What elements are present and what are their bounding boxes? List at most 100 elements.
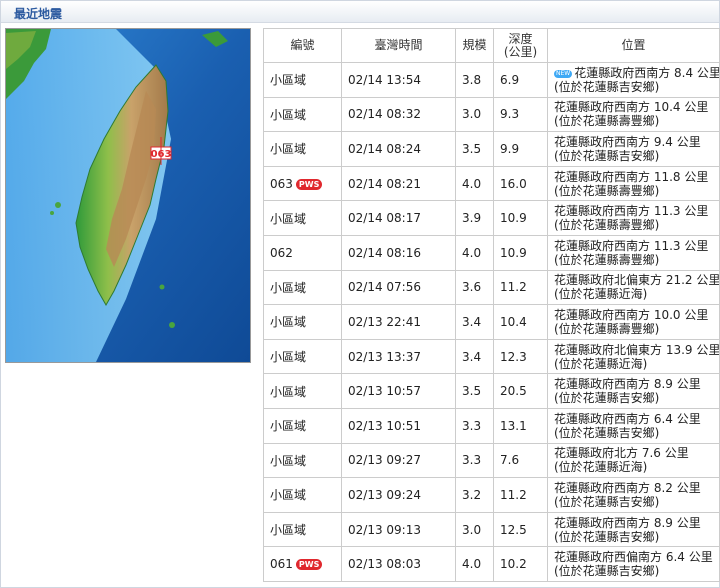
cell-location: 花蓮縣政府西南方 8.2 公里 (位於花蓮縣吉安鄉): [547, 477, 720, 513]
panel-title: 最近地震: [14, 7, 63, 21]
cell-time: 02/14 08:16: [341, 234, 456, 271]
panel-header: 最近地震: [1, 1, 719, 23]
cell-magnitude: 4.0: [455, 234, 494, 271]
cell-location: 花蓮縣政府西南方 11.3 公里 (位於花蓮縣壽豐鄉): [547, 234, 720, 271]
cell-depth: 13.1: [493, 407, 548, 444]
location-line1: 花蓮縣政府西南方 11.3 公里: [554, 238, 709, 253]
table-row[interactable]: 小區域 02/13 09:24 3.2 11.2 花蓮縣政府西南方 8.2 公里…: [263, 477, 720, 513]
cell-id: 小區域: [263, 200, 342, 236]
cell-time: 02/13 22:41: [341, 304, 456, 340]
cell-depth: 12.5: [493, 511, 548, 548]
cell-time: 02/13 09:24: [341, 477, 456, 513]
cell-time: 02/13 09:13: [341, 511, 456, 548]
quake-id: 小區域: [270, 453, 307, 468]
quake-id: 063: [270, 176, 293, 191]
cell-id: 小區域: [263, 62, 342, 98]
depth-header-line2: (公里): [503, 44, 538, 59]
table-row[interactable]: 小區域 02/14 08:24 3.5 9.9 花蓮縣政府西南方 9.4 公里(…: [263, 131, 720, 167]
table-row[interactable]: 061 PWS 02/13 08:03 4.0 10.2 花蓮縣政府西偏南方 6.…: [263, 546, 720, 582]
cell-time: 02/14 08:17: [341, 200, 456, 236]
cell-time: 02/14 08:21: [341, 165, 456, 202]
map-graphic: 063: [6, 29, 250, 362]
column-header-magnitude: 規模: [455, 28, 494, 63]
table-row[interactable]: 小區域 02/14 07:56 3.6 11.2 花蓮縣政府北偏東方 21.2 …: [263, 269, 720, 306]
table-row[interactable]: 063 PWS 02/14 08:21 4.0 16.0 花蓮縣政府西南方 11.…: [263, 165, 720, 202]
location-line2: (位於花蓮縣吉安鄉): [554, 494, 660, 509]
location-line2: (位於花蓮縣吉安鄉): [554, 79, 660, 94]
cell-location: 花蓮縣政府西南方 8.9 公里 (位於花蓮縣吉安鄉): [547, 511, 720, 548]
table-row[interactable]: 小區域 02/13 10:51 3.3 13.1 花蓮縣政府西南方 6.4 公里…: [263, 407, 720, 444]
pws-badge: PWS: [295, 178, 323, 190]
cell-id: 小區域: [263, 442, 342, 479]
earthquake-table-container: 編號 臺灣時間 規模 深度 (公里) 位置 小區域 02/14 13:54 3.…: [263, 28, 720, 582]
quake-id: 小區域: [270, 315, 307, 330]
quake-id: 小區域: [270, 73, 307, 88]
table-row[interactable]: 小區域 02/13 13:37 3.4 12.3 花蓮縣政府北偏東方 13.9 …: [263, 338, 720, 375]
quake-id: 小區域: [270, 107, 307, 122]
location-line1: 花蓮縣政府北偏東方 13.9 公里: [554, 342, 720, 357]
earthquake-table: 編號 臺灣時間 規模 深度 (公里) 位置 小區域 02/14 13:54 3.…: [263, 28, 720, 582]
quake-id: 小區域: [270, 419, 307, 434]
cell-location: 花蓮縣政府西南方 9.4 公里 (位於花蓮縣吉安鄉): [547, 131, 720, 167]
cell-time: 02/13 13:37: [341, 338, 456, 375]
column-header-id: 編號: [263, 28, 342, 63]
cell-depth: 10.4: [493, 304, 548, 340]
cell-magnitude: 3.6: [455, 269, 494, 306]
cell-id: 061 PWS: [263, 546, 342, 582]
cell-depth: 11.2: [493, 269, 548, 306]
cell-depth: 9.9: [493, 131, 548, 167]
location-line1: 花蓮縣政府西南方 8.2 公里: [554, 480, 701, 495]
cell-id: 小區域: [263, 338, 342, 375]
quake-id: 小區域: [270, 488, 307, 503]
location-line1: 花蓮縣政府西偏南方 6.4 公里: [554, 550, 713, 565]
location-line2: (位於花蓮縣壽豐鄉): [554, 114, 660, 129]
cell-time: 02/14 13:54: [341, 62, 456, 98]
cell-location: 花蓮縣政府西南方 11.8 公里 (位於花蓮縣壽豐鄉): [547, 165, 720, 202]
cell-id: 小區域: [263, 304, 342, 340]
cell-magnitude: 3.3: [455, 407, 494, 444]
cell-time: 02/14 07:56: [341, 269, 456, 306]
cell-magnitude: 4.0: [455, 165, 494, 202]
location-line1: 花蓮縣政府西南方 9.4 公里: [554, 134, 701, 149]
location-line2: (位於花蓮縣壽豐鄉): [554, 218, 660, 233]
cell-magnitude: 3.4: [455, 304, 494, 340]
table-row[interactable]: 小區域 02/14 08:17 3.9 10.9 花蓮縣政府西南方 11.3 公…: [263, 200, 720, 236]
cell-location: 花蓮縣政府北偏東方 13.9 公里 (位於花蓮縣近海): [547, 338, 720, 375]
cell-time: 02/13 08:03: [341, 546, 456, 582]
cell-magnitude: 3.9: [455, 200, 494, 236]
table-row[interactable]: 小區域 02/14 13:54 3.8 6.9 NEW 花蓮縣政府西南方 8.4 …: [263, 62, 720, 98]
cell-depth: 12.3: [493, 338, 548, 375]
cell-id: 小區域: [263, 131, 342, 167]
cell-depth: 10.9: [493, 234, 548, 271]
table-row[interactable]: 小區域 02/13 10:57 3.5 20.5 花蓮縣政府西南方 8.9 公里…: [263, 373, 720, 409]
table-row[interactable]: 062 02/14 08:16 4.0 10.9 花蓮縣政府西南方 11.3 公…: [263, 234, 720, 271]
column-header-time: 臺灣時間: [341, 28, 456, 63]
cell-magnitude: 3.0: [455, 511, 494, 548]
cell-magnitude: 3.5: [455, 131, 494, 167]
location-line1: 花蓮縣政府西南方 8.4 公里: [574, 65, 720, 80]
quake-id: 小區域: [270, 142, 307, 157]
cell-id: 062: [263, 234, 342, 271]
location-line2: (位於花蓮縣吉安鄉): [554, 425, 660, 440]
table-row[interactable]: 小區域 02/13 09:27 3.3 7.6 花蓮縣政府北方 7.6 公里 (位…: [263, 442, 720, 479]
location-line1: 花蓮縣政府西南方 10.4 公里: [554, 100, 709, 115]
location-line2: (位於花蓮縣壽豐鄉): [554, 321, 660, 336]
location-line2: (位於花蓮縣壽豐鄉): [554, 183, 660, 198]
table-row[interactable]: 小區域 02/14 08:32 3.0 9.3 花蓮縣政府西南方 10.4 公里…: [263, 96, 720, 133]
table-row[interactable]: 小區域 02/13 22:41 3.4 10.4 花蓮縣政府西南方 10.0 公…: [263, 304, 720, 340]
cell-magnitude: 3.3: [455, 442, 494, 479]
table-row[interactable]: 小區域 02/13 09:13 3.0 12.5 花蓮縣政府西南方 8.9 公里…: [263, 511, 720, 548]
quake-id: 小區域: [270, 384, 307, 399]
cell-depth: 10.9: [493, 200, 548, 236]
cell-location: 花蓮縣政府西偏南方 6.4 公里 (位於花蓮縣吉安鄉): [547, 546, 720, 582]
column-header-location: 位置: [547, 28, 720, 63]
cell-location: NEW 花蓮縣政府西南方 8.4 公里 (位於花蓮縣吉安鄉): [547, 62, 720, 98]
location-line1: 花蓮縣政府北偏東方 21.2 公里: [554, 273, 720, 288]
location-line1: 花蓮縣政府北方 7.6 公里: [554, 446, 689, 461]
cell-depth: 20.5: [493, 373, 548, 409]
taiwan-map[interactable]: 063: [5, 28, 251, 363]
cell-depth: 9.3: [493, 96, 548, 133]
quake-id: 小區域: [270, 280, 307, 295]
cell-location: 花蓮縣政府西南方 10.4 公里 (位於花蓮縣壽豐鄉): [547, 96, 720, 133]
cell-id: 小區域: [263, 407, 342, 444]
